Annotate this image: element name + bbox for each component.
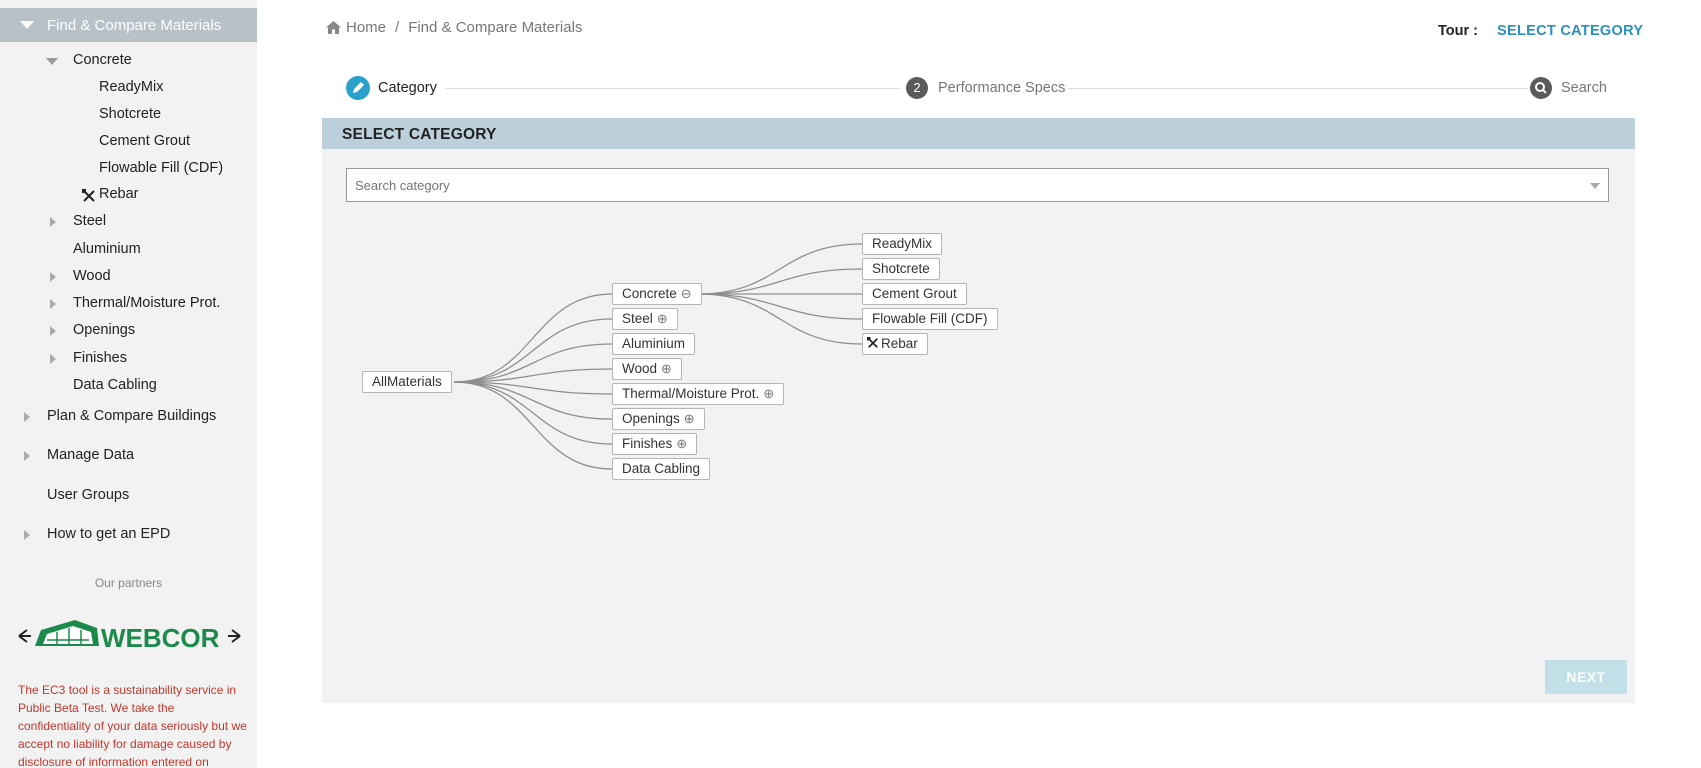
tree-node-flowable-fill-cdf[interactable]: Flowable Fill (CDF) <box>862 308 998 330</box>
tree-link <box>697 243 863 295</box>
tree-node-label: ReadyMix <box>872 236 933 251</box>
expand-icon[interactable]: ⊕ <box>657 311 668 326</box>
tree-node-label: Concrete <box>622 286 677 301</box>
tree-link <box>453 381 613 470</box>
tree-node-label: Openings <box>622 411 680 426</box>
tree-node-finishes[interactable]: Finishes ⊕ <box>612 433 698 455</box>
tree-link <box>697 293 863 320</box>
tree-node-label: AllMaterials <box>372 374 442 389</box>
tree-node-cement-grout[interactable]: Cement Grout <box>862 283 967 305</box>
tree-node-label: Rebar <box>881 336 918 351</box>
tree-link <box>453 381 613 445</box>
tree-link <box>453 318 613 383</box>
tree-node-openings[interactable]: Openings ⊕ <box>612 408 705 430</box>
expand-icon[interactable]: ⊕ <box>684 411 695 426</box>
tools-icon <box>867 337 878 348</box>
next-button[interactable]: NEXT <box>1545 660 1627 694</box>
tree-link <box>697 268 863 295</box>
expand-icon[interactable]: ⊕ <box>676 436 687 451</box>
tree-node-label: Aluminium <box>622 336 686 351</box>
tree-node-label: Wood <box>622 361 658 376</box>
tree-node-label: Flowable Fill (CDF) <box>872 311 988 326</box>
expand-icon[interactable]: ⊕ <box>763 386 774 401</box>
tree-node-label: Thermal/Moisture Prot. <box>622 386 760 401</box>
tree-node-rebar[interactable]: Rebar <box>862 333 928 355</box>
tree-node-concrete[interactable]: Concrete ⊖ <box>612 283 702 305</box>
tree-node-thermal-moisture-prot[interactable]: Thermal/Moisture Prot. ⊕ <box>612 383 785 405</box>
tree-node-steel[interactable]: Steel ⊕ <box>612 308 678 330</box>
expand-icon[interactable]: ⊕ <box>661 361 672 376</box>
collapse-icon[interactable]: ⊖ <box>681 286 692 301</box>
tree-node-shotcrete[interactable]: Shotcrete <box>862 258 940 280</box>
tree-node-allmaterials[interactable]: AllMaterials <box>362 371 452 393</box>
tree-node-label: Finishes <box>622 436 673 451</box>
tree-node-wood[interactable]: Wood ⊕ <box>612 358 682 380</box>
tree-node-label: Steel <box>622 311 653 326</box>
tree-node-label: Shotcrete <box>872 261 930 276</box>
tree-node-readymix[interactable]: ReadyMix <box>862 233 943 255</box>
tree-node-aluminium[interactable]: Aluminium <box>612 333 696 355</box>
tree-node-label: Data Cabling <box>622 461 701 476</box>
tree-node-label: Cement Grout <box>872 286 957 301</box>
tree-link <box>453 293 613 383</box>
tree-links <box>453 243 863 470</box>
tree-link <box>697 293 863 345</box>
tree-node-data-cabling[interactable]: Data Cabling <box>612 458 711 480</box>
